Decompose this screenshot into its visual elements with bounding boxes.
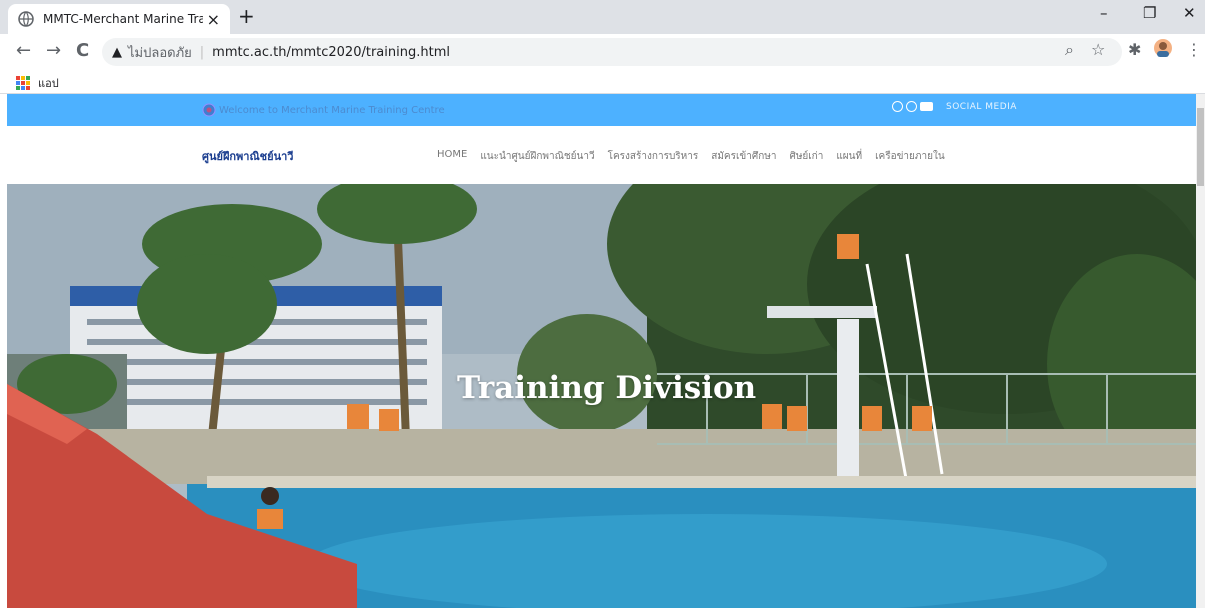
apps-label: แอป: [38, 77, 59, 90]
apps-grid-dot: [26, 81, 30, 85]
line-icon[interactable]: [906, 101, 917, 112]
globe-icon: [18, 11, 34, 27]
scrollbar-thumb[interactable]: [1197, 108, 1204, 186]
site-brand[interactable]: ศูนย์ฝึกพาณิชย์นาวี: [202, 147, 293, 165]
menu-item-structure[interactable]: โครงสร้างการบริหาร: [608, 149, 699, 164]
puzzle-icon[interactable]: ✱: [1128, 40, 1141, 59]
welcome-message: Welcome to Merchant Marine Training Cent…: [202, 103, 445, 117]
menu-item-apply[interactable]: สมัครเข้าศึกษา: [711, 149, 776, 164]
browser-tab[interactable]: MMTC-Merchant Marine Training ×: [8, 4, 230, 34]
apps-grid-dot: [26, 76, 30, 80]
apps-grid-dot: [21, 76, 25, 80]
tab-title: MMTC-Merchant Marine Training: [43, 12, 203, 26]
kebab-menu-icon[interactable]: ⋮: [1186, 40, 1202, 59]
tab-bar: MMTC-Merchant Marine Training × + – ❐ ✕: [0, 0, 1205, 34]
apps-grid-dot: [26, 86, 30, 90]
apps-grid-icon: [16, 76, 30, 90]
apps-grid-dot: [21, 81, 25, 85]
hero-banner: Training Division: [7, 184, 1196, 608]
mmtc-logo-icon: [202, 103, 216, 117]
welcome-text: Welcome to Merchant Marine Training Cent…: [219, 104, 445, 116]
star-icon[interactable]: ☆: [1091, 40, 1105, 59]
bookmarks-bar: แอป: [0, 68, 1205, 94]
apps-grid-dot: [16, 81, 20, 85]
apps-grid-dot: [16, 86, 20, 90]
hero-title: Training Division: [457, 370, 757, 406]
menu-item-intranet[interactable]: เครือข่ายภายใน: [875, 149, 945, 164]
zoom-icon[interactable]: ⌕: [1065, 40, 1074, 60]
tab-close-button[interactable]: ×: [207, 10, 220, 29]
restore-button[interactable]: ❐: [1143, 4, 1156, 22]
youtube-icon[interactable]: [920, 102, 933, 111]
back-button[interactable]: ←: [16, 40, 31, 61]
site-navbar: ศูนย์ฝึกพาณิชย์นาวี HOME แนะนำศูนย์ฝึกพา…: [7, 126, 1196, 184]
social-media-link[interactable]: SOCIAL MEDIA: [946, 102, 1017, 112]
new-tab-button[interactable]: +: [238, 4, 255, 28]
forward-button[interactable]: →: [46, 40, 61, 61]
page-scrollbar[interactable]: [1196, 94, 1205, 608]
apps-grid-dot: [21, 86, 25, 90]
minimize-button[interactable]: –: [1100, 4, 1108, 22]
facebook-icon[interactable]: [892, 101, 903, 112]
menu-item-alumni[interactable]: ศิษย์เก่า: [789, 149, 823, 164]
reload-button[interactable]: C: [76, 40, 89, 61]
warning-icon[interactable]: ▲: [112, 45, 122, 60]
close-window-button[interactable]: ✕: [1183, 4, 1196, 22]
avatar-icon[interactable]: [1153, 38, 1173, 58]
social-links: SOCIAL MEDIA: [892, 101, 1017, 112]
apps-grid-dot: [16, 76, 20, 80]
menu-item-about[interactable]: แนะนำศูนย์ฝึกพาณิชย์นาวี: [480, 149, 594, 164]
address-bar[interactable]: ▲ ไม่ปลอดภัย | mmtc.ac.th/mmtc2020/train…: [102, 38, 1122, 66]
apps-shortcut[interactable]: แอป: [16, 74, 59, 92]
site-topbar: Welcome to Merchant Marine Training Cent…: [7, 94, 1196, 126]
menu-item-home[interactable]: HOME: [437, 149, 467, 164]
url-text[interactable]: mmtc.ac.th/mmtc2020/training.html: [212, 45, 450, 60]
web-page: Welcome to Merchant Marine Training Cent…: [0, 94, 1196, 608]
browser-toolbar: ← → C ▲ ไม่ปลอดภัย | mmtc.ac.th/mmtc2020…: [0, 34, 1205, 68]
menu-item-map[interactable]: แผนที่: [836, 149, 862, 164]
address-separator: |: [199, 44, 205, 60]
security-label[interactable]: ไม่ปลอดภัย: [128, 42, 192, 63]
main-menu: HOME แนะนำศูนย์ฝึกพาณิชย์นาวี โครงสร้างก…: [437, 149, 945, 164]
